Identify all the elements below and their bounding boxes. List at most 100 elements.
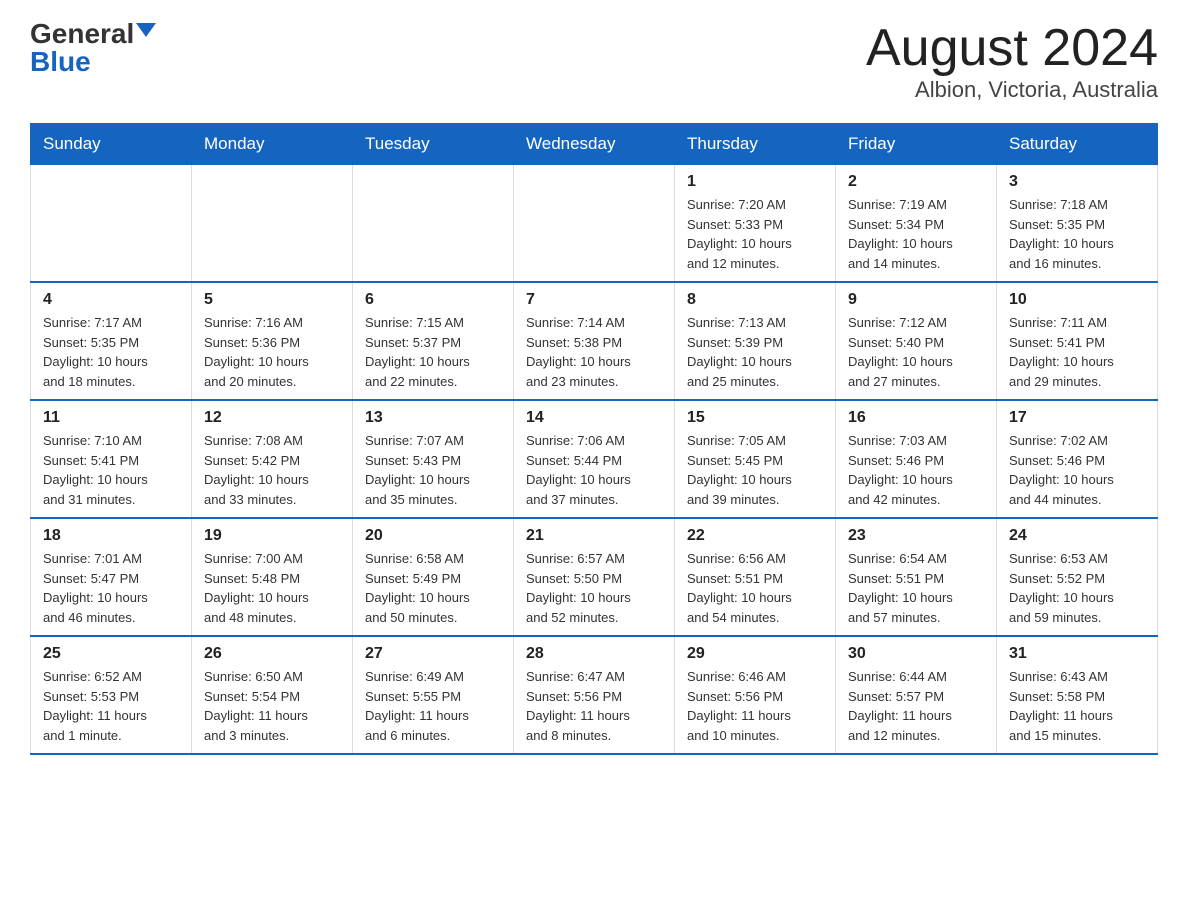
day-number: 28 [526,645,662,663]
calendar-cell: 19 Sunrise: 7:00 AM Sunset: 5:48 PM Dayli… [192,518,353,636]
calendar-cell: 29 Sunrise: 6:46 AM Sunset: 5:56 PM Dayli… [675,636,836,754]
calendar-cell: 20 Sunrise: 6:58 AM Sunset: 5:49 PM Dayli… [353,518,514,636]
calendar-cell: 12 Sunrise: 7:08 AM Sunset: 5:42 PM Dayli… [192,400,353,518]
title-section: August 2024 Albion, Victoria, Australia [866,20,1158,103]
day-info: Sunrise: 7:08 AM Sunset: 5:42 PM Dayligh… [204,431,340,509]
calendar-cell [31,165,192,283]
calendar-week-row: 18 Sunrise: 7:01 AM Sunset: 5:47 PM Dayli… [31,518,1158,636]
day-number: 14 [526,409,662,427]
day-number: 25 [43,645,179,663]
day-info: Sunrise: 6:54 AM Sunset: 5:51 PM Dayligh… [848,549,984,627]
day-info: Sunrise: 7:03 AM Sunset: 5:46 PM Dayligh… [848,431,984,509]
day-info: Sunrise: 7:15 AM Sunset: 5:37 PM Dayligh… [365,313,501,391]
logo-blue-text: Blue [30,48,91,76]
day-number: 23 [848,527,984,545]
day-info: Sunrise: 7:06 AM Sunset: 5:44 PM Dayligh… [526,431,662,509]
day-number: 29 [687,645,823,663]
calendar-cell: 13 Sunrise: 7:07 AM Sunset: 5:43 PM Dayli… [353,400,514,518]
day-header-friday: Friday [836,124,997,165]
day-number: 31 [1009,645,1145,663]
calendar-cell: 9 Sunrise: 7:12 AM Sunset: 5:40 PM Daylig… [836,282,997,400]
calendar-cell: 14 Sunrise: 7:06 AM Sunset: 5:44 PM Dayli… [514,400,675,518]
calendar-cell: 4Sunrise: 7:17 AM Sunset: 5:35 PM Daylig… [31,282,192,400]
day-number: 24 [1009,527,1145,545]
calendar-cell: 8 Sunrise: 7:13 AM Sunset: 5:39 PM Daylig… [675,282,836,400]
day-info: Sunrise: 7:13 AM Sunset: 5:39 PM Dayligh… [687,313,823,391]
day-number: 18 [43,527,179,545]
day-info: Sunrise: 6:56 AM Sunset: 5:51 PM Dayligh… [687,549,823,627]
calendar-cell: 22Sunrise: 6:56 AM Sunset: 5:51 PM Dayli… [675,518,836,636]
calendar-week-row: 1 Sunrise: 7:20 AM Sunset: 5:33 PM Daylig… [31,165,1158,283]
day-number: 17 [1009,409,1145,427]
day-info: Sunrise: 6:57 AM Sunset: 5:50 PM Dayligh… [526,549,662,627]
day-header-thursday: Thursday [675,124,836,165]
day-info: Sunrise: 7:07 AM Sunset: 5:43 PM Dayligh… [365,431,501,509]
day-info: Sunrise: 7:14 AM Sunset: 5:38 PM Dayligh… [526,313,662,391]
calendar-cell: 16Sunrise: 7:03 AM Sunset: 5:46 PM Dayli… [836,400,997,518]
day-header-saturday: Saturday [997,124,1158,165]
day-info: Sunrise: 6:58 AM Sunset: 5:49 PM Dayligh… [365,549,501,627]
calendar-cell: 26Sunrise: 6:50 AM Sunset: 5:54 PM Dayli… [192,636,353,754]
calendar-week-row: 4Sunrise: 7:17 AM Sunset: 5:35 PM Daylig… [31,282,1158,400]
day-number: 12 [204,409,340,427]
day-info: Sunrise: 7:05 AM Sunset: 5:45 PM Dayligh… [687,431,823,509]
day-header-monday: Monday [192,124,353,165]
calendar-cell: 11 Sunrise: 7:10 AM Sunset: 5:41 PM Dayli… [31,400,192,518]
day-number: 15 [687,409,823,427]
day-info: Sunrise: 6:46 AM Sunset: 5:56 PM Dayligh… [687,667,823,745]
calendar-cell: 25 Sunrise: 6:52 AM Sunset: 5:53 PM Dayli… [31,636,192,754]
calendar-cell: 24Sunrise: 6:53 AM Sunset: 5:52 PM Dayli… [997,518,1158,636]
calendar-cell: 17 Sunrise: 7:02 AM Sunset: 5:46 PM Dayli… [997,400,1158,518]
calendar-cell: 31Sunrise: 6:43 AM Sunset: 5:58 PM Dayli… [997,636,1158,754]
day-info: Sunrise: 6:52 AM Sunset: 5:53 PM Dayligh… [43,667,179,745]
day-number: 8 [687,291,823,309]
calendar-cell: 10 Sunrise: 7:11 AM Sunset: 5:41 PM Dayli… [997,282,1158,400]
calendar-cell [192,165,353,283]
day-number: 21 [526,527,662,545]
calendar-cell: 2Sunrise: 7:19 AM Sunset: 5:34 PM Daylig… [836,165,997,283]
calendar-cell: 23 Sunrise: 6:54 AM Sunset: 5:51 PM Dayli… [836,518,997,636]
day-info: Sunrise: 7:02 AM Sunset: 5:46 PM Dayligh… [1009,431,1145,509]
calendar-cell: 18 Sunrise: 7:01 AM Sunset: 5:47 PM Dayli… [31,518,192,636]
day-number: 27 [365,645,501,663]
calendar-cell: 30Sunrise: 6:44 AM Sunset: 5:57 PM Dayli… [836,636,997,754]
calendar-cell [353,165,514,283]
day-header-sunday: Sunday [31,124,192,165]
logo-general-text: General [30,20,134,48]
day-number: 9 [848,291,984,309]
day-info: Sunrise: 6:50 AM Sunset: 5:54 PM Dayligh… [204,667,340,745]
day-number: 4 [43,291,179,309]
day-number: 13 [365,409,501,427]
day-number: 10 [1009,291,1145,309]
calendar-subtitle: Albion, Victoria, Australia [866,77,1158,103]
day-info: Sunrise: 7:16 AM Sunset: 5:36 PM Dayligh… [204,313,340,391]
calendar-cell: 6 Sunrise: 7:15 AM Sunset: 5:37 PM Daylig… [353,282,514,400]
day-number: 7 [526,291,662,309]
calendar-cell: 21 Sunrise: 6:57 AM Sunset: 5:50 PM Dayli… [514,518,675,636]
day-number: 11 [43,409,179,427]
calendar-cell: 7 Sunrise: 7:14 AM Sunset: 5:38 PM Daylig… [514,282,675,400]
calendar-cell: 28Sunrise: 6:47 AM Sunset: 5:56 PM Dayli… [514,636,675,754]
day-number: 1 [687,173,823,191]
day-info: Sunrise: 7:20 AM Sunset: 5:33 PM Dayligh… [687,195,823,273]
day-number: 19 [204,527,340,545]
day-header-tuesday: Tuesday [353,124,514,165]
calendar-table: SundayMondayTuesdayWednesdayThursdayFrid… [30,123,1158,755]
calendar-cell: 27Sunrise: 6:49 AM Sunset: 5:55 PM Dayli… [353,636,514,754]
calendar-week-row: 25 Sunrise: 6:52 AM Sunset: 5:53 PM Dayli… [31,636,1158,754]
day-info: Sunrise: 7:01 AM Sunset: 5:47 PM Dayligh… [43,549,179,627]
page-header: General Blue August 2024 Albion, Victori… [30,20,1158,103]
day-number: 3 [1009,173,1145,191]
day-info: Sunrise: 7:18 AM Sunset: 5:35 PM Dayligh… [1009,195,1145,273]
day-info: Sunrise: 7:10 AM Sunset: 5:41 PM Dayligh… [43,431,179,509]
day-number: 20 [365,527,501,545]
day-number: 6 [365,291,501,309]
logo: General Blue [30,20,156,76]
day-info: Sunrise: 7:11 AM Sunset: 5:41 PM Dayligh… [1009,313,1145,391]
day-info: Sunrise: 7:00 AM Sunset: 5:48 PM Dayligh… [204,549,340,627]
day-info: Sunrise: 7:12 AM Sunset: 5:40 PM Dayligh… [848,313,984,391]
day-number: 5 [204,291,340,309]
day-header-wednesday: Wednesday [514,124,675,165]
day-number: 2 [848,173,984,191]
day-number: 30 [848,645,984,663]
